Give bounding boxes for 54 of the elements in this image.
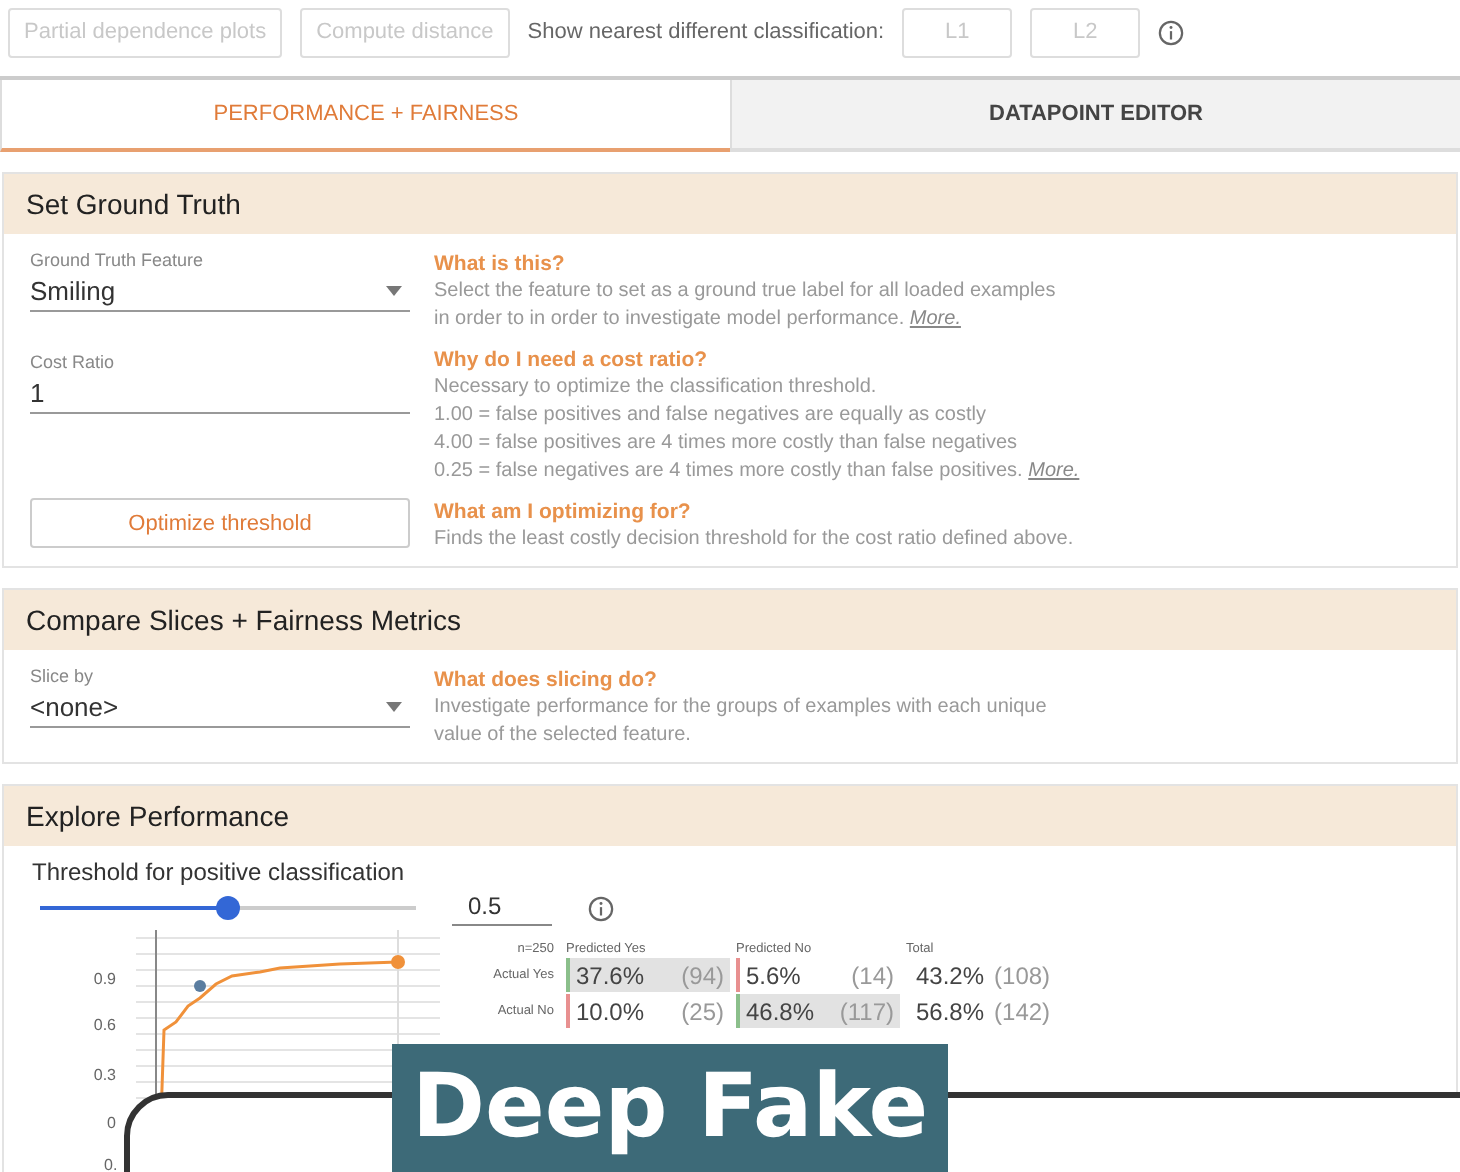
cell-count: (117) (839, 997, 894, 1025)
dropdown-caret-icon (386, 285, 402, 295)
help-text: Necessary to optimize the classification threshold. (434, 374, 879, 402)
feature-dropdown[interactable]: Smiling (30, 270, 410, 312)
more-link[interactable]: More. (1028, 460, 1080, 482)
cell-count: (108) (994, 961, 1051, 989)
slider-thumb[interactable] (216, 896, 240, 920)
help-text: Select the feature to set as a ground true label for all loaded examples (434, 278, 1058, 306)
threshold-label: Threshold for positive classification (32, 858, 407, 886)
overlay-title: Deep Fake (392, 1044, 949, 1172)
card-title: Set Ground Truth (4, 174, 1456, 234)
threshold-field[interactable]: 0.5 (452, 890, 552, 926)
help-heading: What am I optimizing for? (434, 498, 693, 526)
cell-percent: 56.8% (916, 997, 985, 1025)
info-icon[interactable] (1158, 19, 1185, 45)
cell-count: (14) (851, 961, 894, 989)
slice-dropdown[interactable]: <none> (30, 686, 410, 728)
help-text: 0.25 = false negatives are 4 times more costly than false positives. More. (434, 458, 1082, 486)
cell-percent: 37.6% (576, 961, 645, 989)
help-heading: What is this? (434, 250, 567, 278)
help-text: Investigate performance for the groups of examples with each unique (434, 694, 1049, 722)
cell-count: (142) (994, 997, 1051, 1025)
dropdown-caret-icon (386, 701, 402, 711)
tab[interactable]: DATAPOINT EDITOR (730, 80, 1460, 152)
card-title: Compare Slices + Fairness Metrics (4, 590, 1456, 650)
field-label: Slice by (30, 666, 96, 686)
cost-ratio-field[interactable]: 1 (30, 372, 410, 414)
axis-tick-label: 0.3 (93, 1066, 116, 1084)
axis-tick-label: 0. (104, 1156, 118, 1172)
help-text: in order to in order to investigate model performance. More. (434, 306, 963, 334)
cell-percent: 5.6% (746, 961, 801, 989)
help-heading: What does slicing do? (434, 666, 659, 694)
more-link[interactable]: More. (909, 308, 961, 330)
field-label: Ground Truth Feature (30, 250, 206, 270)
help-text: 1.00 = false positives and false negatives are equally as costly (434, 402, 988, 430)
cell-count: (25) (681, 997, 724, 1025)
help-text: value of the selected feature. (434, 722, 693, 750)
cell-percent: 46.8% (746, 997, 815, 1025)
help-heading: Why do I need a cost ratio? (434, 346, 710, 374)
axis-tick-label: 0 (107, 1114, 116, 1132)
field-label: Cost Ratio (30, 352, 117, 372)
tab[interactable]: PERFORMANCE + FAIRNESS (0, 80, 730, 152)
info-icon[interactable] (588, 895, 614, 921)
nearest-label: Show nearest different classification: (527, 20, 885, 44)
card-title: Explore Performance (4, 786, 1456, 846)
cell-count: (94) (681, 961, 724, 989)
cell-percent: 43.2% (916, 961, 985, 989)
axis-tick-label: 0.9 (93, 970, 116, 988)
threshold-slider[interactable] (40, 896, 416, 920)
optimize-threshold-button[interactable]: Optimize threshold (30, 498, 410, 548)
help-text: Finds the least costly decision threshold for the cost ratio defined above. (434, 526, 1076, 554)
cell-percent: 10.0% (576, 997, 645, 1025)
axis-tick-label: 0.6 (93, 1016, 116, 1034)
help-text: 4.00 = false positives are 4 times more costly than false negatives (434, 430, 1020, 458)
